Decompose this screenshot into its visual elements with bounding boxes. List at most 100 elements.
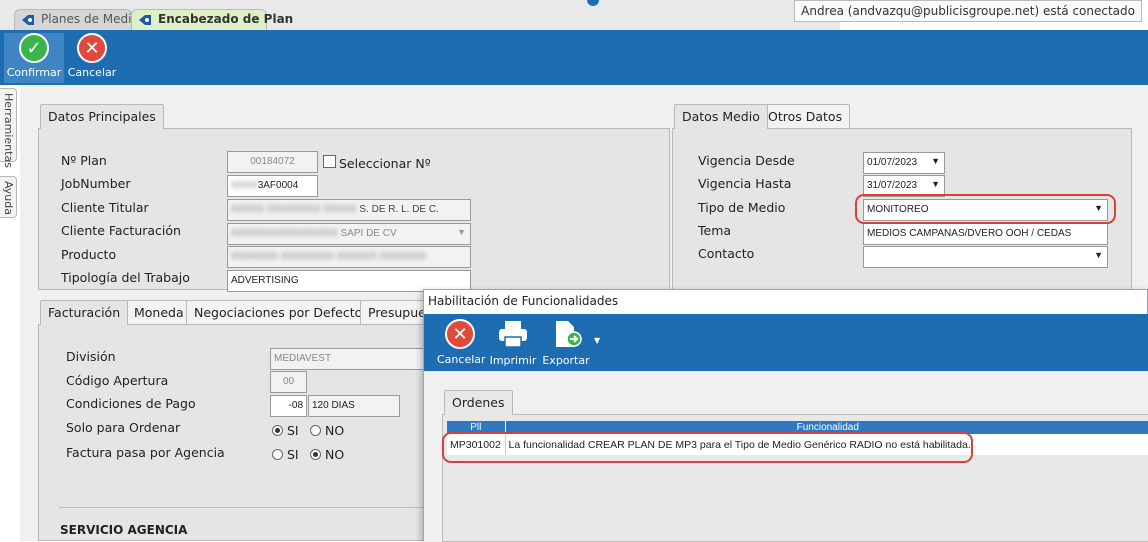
cliente-facturacion-label: Cliente Facturación bbox=[61, 223, 181, 238]
export-button[interactable]: Exportar bbox=[541, 319, 591, 367]
tab-negociaciones[interactable]: Negociaciones por Defecto bbox=[186, 300, 371, 324]
side-tab-herramientas[interactable]: Herramientas bbox=[0, 88, 17, 168]
tab-label: Presupuesto bbox=[368, 305, 429, 320]
close-icon: ✕ bbox=[77, 33, 107, 63]
solo-ordenar-no[interactable]: NO bbox=[310, 423, 344, 438]
cliente-facturacion-value: SAPI DE CV bbox=[340, 228, 397, 239]
contacto-label: Contacto bbox=[698, 246, 755, 261]
dialog-toolbar: ✕ Cancelar Imprimir Exportar ▼ bbox=[424, 314, 1148, 371]
dialog-cancel-button[interactable]: ✕ Cancelar bbox=[437, 319, 486, 366]
redacted-text: XXXXXXX XXXXXXXX XXXXXX XXXXXXX bbox=[231, 251, 427, 262]
no-label: NO bbox=[324, 447, 345, 462]
tab-facturacion[interactable]: Facturación bbox=[40, 300, 129, 325]
cliente-titular-field[interactable]: XXXXX XXXXXXXX XXXXX S. DE R. L. DE C. bbox=[227, 199, 471, 221]
solo-ordenar-label: Solo para Ordenar bbox=[66, 420, 181, 435]
cancel-button[interactable]: ✕ Cancelar bbox=[66, 33, 118, 83]
message-highlight bbox=[442, 432, 973, 463]
dialog-title: Habilitación de Funcionalidades bbox=[428, 294, 619, 308]
factura-agencia-label: Factura pasa por Agencia bbox=[66, 445, 225, 460]
side-tab-ayuda[interactable]: Ayuda bbox=[0, 176, 17, 218]
solo-ordenar-si[interactable]: SI bbox=[272, 423, 299, 438]
tab-moneda[interactable]: Moneda bbox=[126, 300, 192, 324]
tab-label: Encabezado de Plan bbox=[158, 12, 294, 26]
vigencia-desde-date[interactable]: 01/07/2023 ▼ bbox=[863, 152, 945, 174]
confirm-label: Confirmar bbox=[6, 66, 62, 79]
cliente-titular-value: S. DE R. L. DE C. bbox=[359, 204, 439, 215]
export-icon bbox=[556, 321, 582, 347]
tab-ordenes[interactable]: Ordenes bbox=[444, 390, 513, 415]
tipologia-label: Tipología del Trabajo bbox=[61, 270, 190, 285]
nplan-label: Nº Plan bbox=[61, 153, 107, 168]
jobnumber-field[interactable]: XXXX3AF0004 bbox=[227, 175, 318, 197]
codigo-apertura-field[interactable]: 00 bbox=[270, 371, 307, 393]
vigencia-hasta-label: Vigencia Hasta bbox=[698, 176, 792, 191]
tab-label: Datos Principales bbox=[48, 109, 156, 124]
tema-field[interactable]: MEDIOS CAMPANAS/DVERO OOH / CEDAS bbox=[863, 223, 1108, 245]
seleccionar-checkbox[interactable] bbox=[323, 155, 336, 168]
cancel-label: Cancelar bbox=[437, 353, 486, 366]
radio-selected-icon bbox=[272, 425, 283, 436]
seleccionar-label: Seleccionar Nº bbox=[339, 156, 431, 171]
close-icon: ✕ bbox=[445, 319, 475, 349]
tipo-medio-label: Tipo de Medio bbox=[698, 200, 786, 215]
print-button[interactable]: Imprimir bbox=[489, 319, 537, 367]
cliente-facturacion-dropdown[interactable]: XXXXXXXXXXXXXXXX SAPI DE CV ▼ bbox=[227, 223, 471, 245]
redacted-text: XXXXX XXXXXXXX XXXXX bbox=[231, 204, 360, 215]
redacted-text: XXXXXXXXXXXXXXXX bbox=[231, 228, 341, 239]
plan-icon bbox=[139, 15, 151, 25]
print-label: Imprimir bbox=[489, 354, 537, 367]
printer-icon bbox=[499, 321, 527, 348]
si-label: SI bbox=[286, 423, 299, 438]
check-icon: ✓ bbox=[19, 33, 49, 63]
user-status: Andrea (andvazqu@publicisgroupe.net) est… bbox=[794, 0, 1142, 22]
condiciones-pago-code-field[interactable]: -08 bbox=[270, 395, 307, 417]
jobnumber-value: 3AF0004 bbox=[257, 180, 299, 191]
redacted-text: XXXX bbox=[231, 180, 258, 191]
nplan-field[interactable]: 00184072 bbox=[227, 151, 318, 173]
tab-label: Planes de Medios bbox=[41, 12, 146, 26]
tab-label: Negociaciones por Defecto bbox=[194, 305, 363, 320]
vigencia-desde-label: Vigencia Desde bbox=[698, 153, 795, 168]
division-field[interactable]: MEDIAVEST bbox=[270, 348, 431, 370]
tab-presupuesto[interactable]: Presupuesto bbox=[360, 300, 430, 324]
habilitacion-dialog: Habilitación de Funcionalidades ✕ Cancel… bbox=[423, 289, 1148, 542]
chevron-down-icon: ▼ bbox=[931, 179, 940, 189]
tab-datos-principales[interactable]: Datos Principales bbox=[40, 104, 164, 129]
export-label: Exportar bbox=[542, 354, 590, 367]
confirm-button[interactable]: ✓ Confirmar bbox=[4, 33, 64, 83]
condiciones-pago-label: Condiciones de Pago bbox=[66, 396, 196, 411]
contacto-dropdown[interactable]: ▼ bbox=[863, 246, 1108, 268]
si-label: SI bbox=[286, 447, 299, 462]
tab-encabezado-de-plan[interactable]: Encabezado de Plan bbox=[131, 9, 293, 30]
tab-planes-de-medios[interactable]: Planes de Medios bbox=[14, 9, 145, 30]
facturacion-panel: División MEDIAVEST Código Apertura 00 Co… bbox=[38, 324, 431, 541]
radio-selected-icon bbox=[310, 449, 321, 460]
cancel-label: Cancelar bbox=[67, 66, 117, 79]
chevron-down-icon: ▼ bbox=[1094, 250, 1103, 260]
servicio-agencia-label: SERVICIO AGENCIA bbox=[60, 523, 188, 537]
no-label: NO bbox=[324, 423, 345, 438]
division-label: División bbox=[66, 349, 116, 364]
condiciones-pago-field[interactable]: 120 DIAS bbox=[308, 395, 400, 417]
datos-principales-panel: Nº Plan 00184072 Seleccionar Nº JobNumbe… bbox=[38, 128, 670, 292]
vigencia-hasta-value: 31/07/2023 bbox=[867, 180, 918, 191]
document-tab-strip: Planes de Medios Encabezado de Plan bbox=[0, 0, 840, 30]
tab-label: Facturación bbox=[48, 305, 121, 320]
radio-icon bbox=[272, 449, 283, 460]
main-toolbar: ✓ Confirmar ✕ Cancelar bbox=[0, 30, 1148, 85]
radio-icon bbox=[310, 425, 321, 436]
tipo-medio-highlight bbox=[855, 194, 1116, 224]
factura-agencia-no[interactable]: NO bbox=[310, 447, 344, 462]
tab-datos-medio[interactable]: Datos Medio bbox=[674, 104, 768, 129]
plan-icon bbox=[22, 15, 34, 25]
cliente-titular-label: Cliente Titular bbox=[61, 200, 149, 215]
tab-otros-datos[interactable]: Otros Datos bbox=[760, 104, 851, 128]
divider bbox=[59, 507, 431, 508]
export-dropdown-icon[interactable]: ▼ bbox=[594, 336, 600, 345]
producto-field[interactable]: XXXXXXX XXXXXXXX XXXXXX XXXXXXX bbox=[227, 246, 471, 268]
tab-label: Ordenes bbox=[452, 395, 505, 410]
chevron-down-icon: ▼ bbox=[457, 227, 466, 237]
codigo-apertura-label: Código Apertura bbox=[66, 373, 169, 388]
tab-label: Otros Datos bbox=[768, 109, 843, 124]
factura-agencia-si[interactable]: SI bbox=[272, 447, 299, 462]
